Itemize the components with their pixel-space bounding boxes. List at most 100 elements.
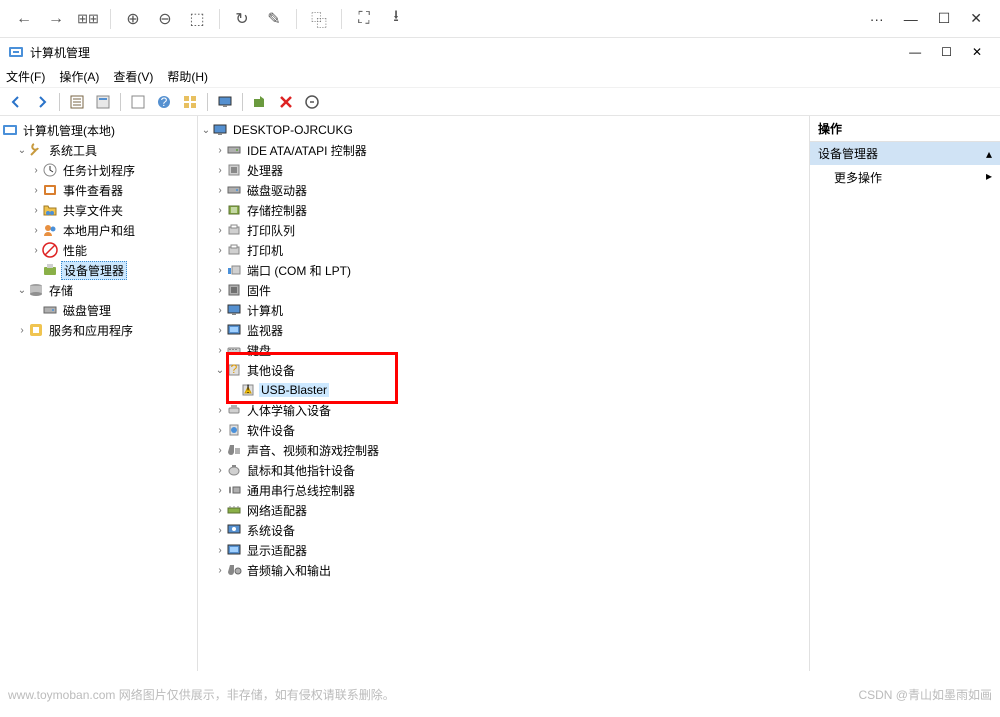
device-category[interactable]: › 网络适配器 xyxy=(200,500,807,520)
tree-root[interactable]: 计算机管理(本地) xyxy=(2,120,195,140)
device-category[interactable]: ›处理器 xyxy=(200,160,807,180)
chevron-right-icon[interactable]: › xyxy=(30,205,42,216)
scan-hardware-icon[interactable] xyxy=(248,90,272,114)
device-label[interactable]: 计算机 xyxy=(245,302,285,319)
device-category[interactable]: ›打印机 xyxy=(200,240,807,260)
tree-system-tools[interactable]: ⌄ 系统工具 xyxy=(2,140,195,160)
mmc-minimize-button[interactable]: — xyxy=(909,45,921,59)
chevron-right-icon[interactable]: › xyxy=(214,165,226,176)
chevron-right-icon[interactable]: › xyxy=(214,425,226,436)
chevron-right-icon[interactable]: › xyxy=(214,565,226,576)
menu-help[interactable]: 帮助(H) xyxy=(167,68,208,85)
chevron-down-icon[interactable]: ⌄ xyxy=(214,365,226,376)
tree-shared-folders[interactable]: › 共享文件夹 xyxy=(2,200,195,220)
device-label[interactable]: 音频输入和输出 xyxy=(245,562,333,579)
close-button[interactable]: ✕ xyxy=(970,10,982,27)
chevron-down-icon[interactable]: ⌄ xyxy=(200,125,212,136)
device-item-usb-blaster[interactable]: !USB-Blaster xyxy=(200,380,807,400)
device-label[interactable]: 显示适配器 xyxy=(245,542,309,559)
enable-device-icon[interactable] xyxy=(300,90,324,114)
edit-button[interactable]: ✎ xyxy=(260,5,288,33)
show-hide-tree-icon[interactable] xyxy=(65,90,89,114)
chevron-right-icon[interactable]: › xyxy=(30,165,42,176)
actions-section[interactable]: 设备管理器 ▴ xyxy=(810,142,1000,165)
tree-label[interactable]: 本地用户和组 xyxy=(61,222,137,239)
chevron-right-icon[interactable]: › xyxy=(214,465,226,476)
copy-button[interactable]: ⿻ xyxy=(305,5,333,33)
tree-label[interactable]: 磁盘管理 xyxy=(61,302,113,319)
more-button[interactable]: ··· xyxy=(870,11,884,27)
tree-label[interactable]: 任务计划程序 xyxy=(61,162,137,179)
device-category[interactable]: › 打印队列 xyxy=(200,220,807,240)
chevron-right-icon[interactable]: › xyxy=(30,225,42,236)
nav-forward-icon[interactable] xyxy=(30,90,54,114)
tree-storage[interactable]: ⌄ 存储 xyxy=(2,280,195,300)
chevron-right-icon[interactable]: › xyxy=(214,545,226,556)
device-label[interactable]: 键盘 xyxy=(245,342,273,359)
device-category[interactable]: › 存储控制器 xyxy=(200,200,807,220)
chevron-right-icon[interactable]: › xyxy=(214,185,226,196)
chevron-right-icon[interactable]: › xyxy=(16,325,28,336)
tree-local-users[interactable]: › 本地用户和组 xyxy=(2,220,195,240)
tree-label[interactable]: 事件查看器 xyxy=(61,182,125,199)
device-label[interactable]: 磁盘驱动器 xyxy=(245,182,309,199)
download-button[interactable]: ⭳ xyxy=(382,5,410,33)
chevron-right-icon[interactable]: › xyxy=(214,405,226,416)
chevron-right-icon[interactable]: › xyxy=(214,145,226,156)
device-category[interactable]: › 键盘 xyxy=(200,340,807,360)
chevron-right-icon[interactable]: › xyxy=(214,485,226,496)
device-label[interactable]: DESKTOP-OJRCUKG xyxy=(231,123,355,137)
chevron-down-icon[interactable]: ⌄ xyxy=(16,145,28,156)
device-label[interactable]: 监视器 xyxy=(245,322,285,339)
maximize-button[interactable]: ☐ xyxy=(938,10,951,27)
device-category[interactable]: ›人体学输入设备 xyxy=(200,400,807,420)
view-icon[interactable] xyxy=(178,90,202,114)
device-category[interactable]: › 音频输入和输出 xyxy=(200,560,807,580)
tree-label[interactable]: 服务和应用程序 xyxy=(47,322,135,339)
device-category[interactable]: › 显示适配器 xyxy=(200,540,807,560)
chevron-right-icon[interactable]: › xyxy=(214,345,226,356)
chevron-right-icon[interactable]: › xyxy=(214,505,226,516)
monitor-icon[interactable] xyxy=(213,90,237,114)
device-label[interactable]: 通用串行总线控制器 xyxy=(245,482,357,499)
tree-disk-mgmt[interactable]: 磁盘管理 xyxy=(2,300,195,320)
menu-file[interactable]: 文件(F) xyxy=(6,68,45,85)
device-label[interactable]: USB-Blaster xyxy=(259,383,329,397)
apps-button[interactable]: ⊞⊞ xyxy=(74,5,102,33)
device-category[interactable]: › 软件设备 xyxy=(200,420,807,440)
chevron-right-icon[interactable]: › xyxy=(214,525,226,536)
device-label[interactable]: 软件设备 xyxy=(245,422,297,439)
device-category[interactable]: › 计算机 xyxy=(200,300,807,320)
uninstall-icon[interactable] xyxy=(274,90,298,114)
tree-device-manager[interactable]: 设备管理器 xyxy=(2,260,195,280)
device-category[interactable]: › 端口 (COM 和 LPT) xyxy=(200,260,807,280)
tree-label[interactable]: 性能 xyxy=(61,242,89,259)
chevron-right-icon[interactable]: › xyxy=(214,225,226,236)
device-label[interactable]: 存储控制器 xyxy=(245,202,309,219)
tree-performance[interactable]: › 性能 xyxy=(2,240,195,260)
back-button[interactable]: ← xyxy=(10,5,38,33)
nav-back-icon[interactable] xyxy=(4,90,28,114)
tree-label[interactable]: 设备管理器 xyxy=(61,261,127,280)
fullscreen-button[interactable]: ⛶ xyxy=(350,5,378,33)
tree-label[interactable]: 共享文件夹 xyxy=(61,202,125,219)
collapse-icon[interactable]: ▴ xyxy=(986,147,992,161)
help-icon[interactable]: ? xyxy=(152,90,176,114)
tree-services-apps[interactable]: › 服务和应用程序 xyxy=(2,320,195,340)
device-label[interactable]: 打印队列 xyxy=(245,222,297,239)
device-category[interactable]: › 系统设备 xyxy=(200,520,807,540)
device-label[interactable]: 系统设备 xyxy=(245,522,297,539)
chevron-right-icon[interactable]: › xyxy=(214,205,226,216)
chevron-right-icon[interactable]: › xyxy=(214,265,226,276)
device-category[interactable]: ›IDE ATA/ATAPI 控制器 xyxy=(200,140,807,160)
device-label[interactable]: 端口 (COM 和 LPT) xyxy=(245,262,353,279)
device-label[interactable]: 网络适配器 xyxy=(245,502,309,519)
device-category[interactable]: › 磁盘驱动器 xyxy=(200,180,807,200)
minimize-button[interactable]: — xyxy=(904,11,918,27)
zoom-out-button[interactable]: ⊖ xyxy=(151,5,179,33)
chevron-right-icon[interactable]: › xyxy=(214,325,226,336)
zoom-in-button[interactable]: ⊕ xyxy=(119,5,147,33)
device-category[interactable]: ›固件 xyxy=(200,280,807,300)
chevron-right-icon[interactable]: › xyxy=(214,245,226,256)
chevron-right-icon[interactable]: › xyxy=(214,305,226,316)
